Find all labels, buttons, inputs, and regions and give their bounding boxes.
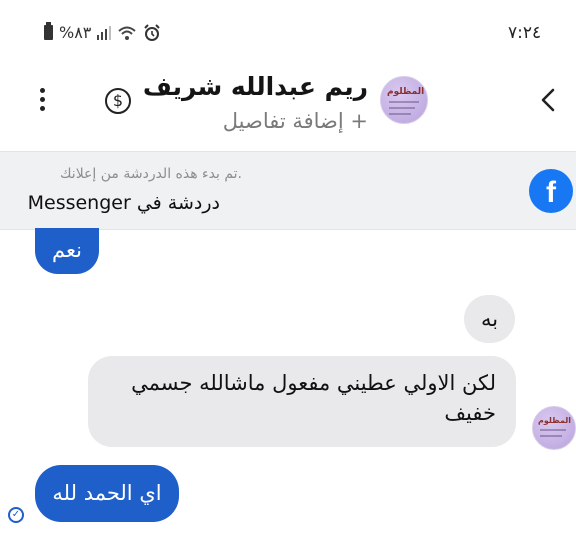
ad-banner[interactable]	[0, 151, 576, 230]
message-bubble-incoming[interactable]: لكن الاولي عطيني مفعول ماشالله جسمي خفيف	[88, 356, 516, 447]
signal-icon	[97, 25, 112, 40]
facebook-icon: f	[529, 169, 573, 213]
contact-avatar[interactable]: المظلوم	[380, 76, 428, 124]
more-vertical-icon[interactable]	[40, 88, 46, 114]
battery-icon	[44, 22, 53, 40]
dollar-icon[interactable]: $	[105, 88, 131, 114]
status-icons: %٨٣	[44, 22, 161, 42]
status-time: ٧:٢٤	[508, 23, 542, 43]
contact-name[interactable]: ريم عبدالله شريف	[143, 72, 368, 101]
back-chevron-icon[interactable]	[536, 86, 560, 114]
add-details-link[interactable]: + إضافة تفاصيل	[223, 109, 368, 133]
message-bubble-outgoing[interactable]: اي الحمد لله	[35, 465, 179, 522]
message-bubble-incoming[interactable]: به	[464, 295, 515, 343]
alarm-icon	[144, 23, 161, 41]
seen-check-icon: ✓	[8, 507, 24, 523]
ad-banner-subtitle: .تم بدء هذه الدردشة من إعلانك	[60, 166, 242, 182]
message-bubble-outgoing[interactable]: نعم	[35, 228, 99, 274]
avatar-label: المظلوم	[538, 416, 572, 425]
battery-percentage: %٨٣	[59, 23, 92, 42]
wifi-icon	[118, 26, 137, 40]
sender-avatar[interactable]: المظلوم	[532, 406, 576, 450]
ad-banner-title: دردشة في Messenger	[27, 192, 220, 214]
avatar-label: المظلوم	[387, 87, 425, 97]
